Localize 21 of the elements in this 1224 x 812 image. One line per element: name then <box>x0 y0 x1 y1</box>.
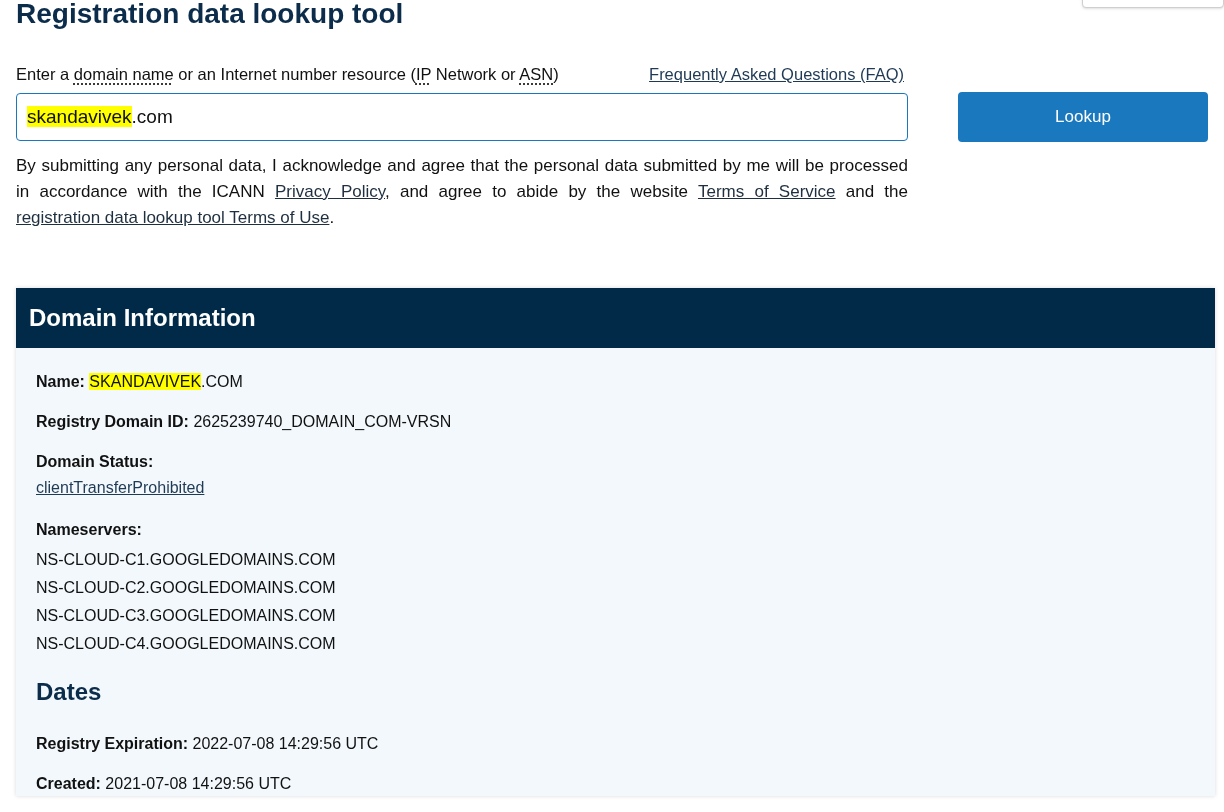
text-link[interactable]: registration data lookup tool Terms of Use <box>16 207 330 227</box>
field-row-text: Name: SKANDAVIVEK.COM <box>36 371 244 392</box>
nameserver-text: NS-CLOUD-C3.GOOGLEDOMAINS.COM <box>36 605 336 626</box>
field-row-text: Created: 2021-07-08 14:29:56 UTC <box>36 773 293 794</box>
text-link[interactable]: Terms of Service <box>698 181 836 201</box>
nameserver-text: NS-CLOUD-C4.GOOGLEDOMAINS.COM <box>36 633 336 654</box>
page-title: Registration data lookup tool <box>16 0 404 30</box>
field-label: Domain Status: <box>36 451 154 472</box>
instruction-text: Enter a domain name or an Internet number resource (IP Network or ASN) <box>16 64 559 85</box>
status-link[interactable]: clientTransferProhibited <box>36 473 205 502</box>
nameserver-text: NS-CLOUD-C1.GOOGLEDOMAINS.COM <box>36 549 336 570</box>
section-heading: Dates <box>36 676 102 707</box>
field-label: Nameservers: <box>36 519 142 540</box>
panel-title: Domain Information <box>29 302 256 333</box>
lookup-button[interactable]: Lookup <box>958 92 1208 142</box>
nameserver-text: NS-CLOUD-C2.GOOGLEDOMAINS.COM <box>36 577 336 598</box>
disclaimer-text: By submitting any personal data, I acknowledge and agree that the personal data submitted by me will be processed in accordance with the ICANN Privacy Policy, and agree to abide by the website Terms of Service and the registration data lookup tool Terms of Use. <box>16 154 908 229</box>
field-row-text: Registry Expiration: 2022-07-08 14:29:56 UTC <box>36 733 380 754</box>
faq-link[interactable]: Frequently Asked Questions (FAQ) <box>649 62 904 87</box>
text-link[interactable]: Privacy Policy <box>274 181 385 201</box>
field-row-text: Registry Domain ID: 2625239740_DOMAIN_COM-VRSN <box>36 411 453 432</box>
